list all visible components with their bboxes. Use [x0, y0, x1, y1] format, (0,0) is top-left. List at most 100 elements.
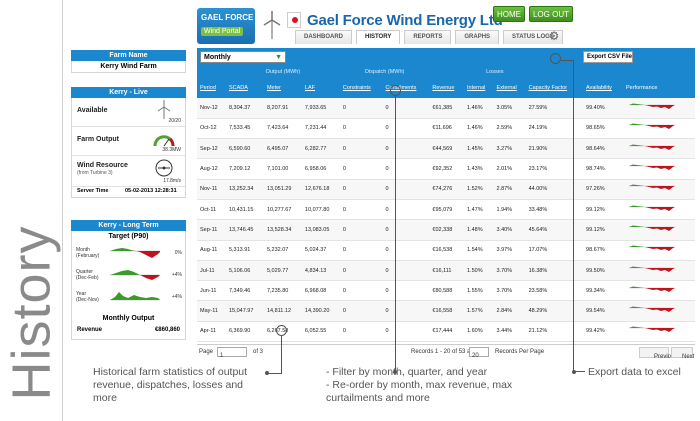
tab-history[interactable]: HISTORY — [356, 30, 401, 44]
performance-sparkline — [622, 260, 695, 282]
table-row[interactable]: Sep-11 13,746.45 13,528.34 13,083.05 0 0 €02,3… — [197, 219, 695, 241]
farm-name[interactable]: Kerry Wind Farm — [71, 61, 186, 73]
table-row[interactable]: Jun-11 7,349.46 7,235.80 6,968.08 0 0 €80,588 1… — [197, 280, 695, 302]
table-cell: 0 — [339, 219, 383, 241]
table-cell: 3.97% — [493, 240, 526, 261]
column-header-constraints[interactable]: Constraints — [339, 78, 383, 98]
column-header-internal[interactable]: Internal — [464, 78, 494, 98]
table-cell: Aug-12 — [197, 158, 226, 180]
tab-graphs[interactable]: GRAPHS — [455, 30, 500, 44]
table-cell: 5,106.06 — [225, 260, 264, 282]
portal-logo[interactable]: GAEL FORCE Wind Portal — [197, 8, 255, 44]
main-tabs: DASHBOARD HISTORY REPORTS GRAPHS STATUS LOGS — [295, 30, 563, 44]
table-cell: 7,209.12 — [225, 158, 264, 180]
performance-sparkline — [622, 240, 695, 261]
home-button[interactable]: HOME — [493, 6, 525, 22]
table-cell: 3.40% — [493, 219, 526, 241]
table-row[interactable]: Oct-11 10,431.15 10,277.67 10,077.80 0 0 €95,0… — [197, 199, 695, 221]
table-row[interactable]: Apr-11 6,369.90 6,267.58 6,052.55 0 0 €17,444 1… — [197, 321, 695, 343]
page-select[interactable]: 1 — [217, 347, 247, 359]
tab-reports[interactable]: REPORTS — [404, 30, 452, 44]
table-cell: 0 — [339, 300, 383, 322]
column-header-availability[interactable]: Availability — [583, 78, 623, 98]
column-header-period[interactable]: Period — [197, 78, 226, 98]
table-cell: 24.19% — [525, 118, 584, 140]
table-cell: 0 — [339, 98, 383, 119]
table-cell: 6,590.60 — [225, 138, 264, 160]
table-cell: €92,352 — [429, 158, 464, 180]
revenue-row: Revenue €860,860 — [77, 327, 180, 333]
period-select[interactable]: Monthly ▼ — [200, 51, 286, 63]
performance-sparkline — [622, 158, 695, 180]
table-cell: 3.44% — [493, 321, 526, 343]
performance-sparkline — [622, 321, 695, 343]
table-cell: 21.12% — [525, 321, 584, 343]
column-header-scada[interactable]: SCADA — [225, 78, 264, 98]
table-cell: €17,444 — [429, 321, 464, 343]
output-group-header: Output (MWh) — [225, 66, 340, 78]
table-cell: 6,958.06 — [301, 158, 340, 180]
table-row[interactable]: Aug-11 5,313.91 5,232.07 5,024.37 0 0 €16,538 1… — [197, 240, 695, 261]
table-cell: 1.94% — [493, 199, 526, 221]
table-row[interactable]: Nov-12 8,304.37 8,207.91 7,933.65 0 0 €61,385 1… — [197, 98, 695, 119]
table-cell: 44.00% — [525, 179, 584, 200]
column-header-performance: Performance — [622, 78, 695, 98]
next-button[interactable]: Next — [671, 347, 694, 360]
turbine-icon — [157, 100, 171, 119]
table-cell: 10,431.15 — [225, 199, 264, 221]
table-cell: 5,029.77 — [263, 260, 302, 282]
table-cell: 2.84% — [493, 300, 526, 322]
performance-sparkline — [622, 199, 695, 221]
long-term-month: Month (February) 0% — [76, 247, 182, 259]
column-header-external[interactable]: External — [493, 78, 526, 98]
table-row[interactable]: May-11 15,047.97 14,811.12 14,390.20 0 0 €16,5… — [197, 300, 695, 322]
previous-button[interactable]: Previous — [639, 347, 677, 360]
table-cell: 7,349.46 — [225, 280, 264, 302]
table-cell: Oct-12 — [197, 118, 226, 140]
table-cell: 3.05% — [493, 98, 526, 119]
table-cell: 1.47% — [464, 199, 494, 221]
table-cell: 0 — [382, 98, 430, 119]
table-cell: 6,968.08 — [301, 280, 340, 302]
column-header-meter[interactable]: Meter — [263, 78, 302, 98]
history-side-title: History — [1, 225, 62, 401]
tab-dashboard[interactable]: DASHBOARD — [295, 30, 352, 44]
wind-resource-row: Wind Resource (from Turbine 3) 17.8m/s — [72, 156, 185, 187]
year-sparkline — [110, 292, 160, 301]
table-cell: 0 — [339, 280, 383, 302]
table-cell: 6,495.07 — [263, 138, 302, 160]
table-row[interactable]: Aug-12 7,209.12 7,101.00 6,958.06 0 0 €92,352 1… — [197, 158, 695, 180]
table-cell: 0 — [382, 219, 430, 241]
table-cell: 0 — [382, 240, 430, 261]
pagination: Page 1 of 3 Records 1 - 20 of 53 at 20 R… — [197, 344, 695, 360]
table-cell: May-11 — [197, 300, 226, 322]
performance-sparkline — [622, 138, 695, 160]
gear-icon[interactable]: ⚙ — [547, 29, 561, 43]
export-callout: Export data to excel — [588, 366, 681, 378]
per-page-select[interactable]: 20 — [469, 347, 489, 359]
table-cell: 1.48% — [464, 219, 494, 241]
table-cell: 13,051.29 — [263, 179, 302, 200]
table-cell: 13,746.45 — [225, 219, 264, 241]
table-row[interactable]: Jul-11 5,106.06 5,029.77 4,834.13 0 0 €16,111 1… — [197, 260, 695, 282]
column-header-revenue[interactable]: Revenue — [429, 78, 464, 98]
table-cell: €74,276 — [429, 179, 464, 200]
column-header-capacity-factor[interactable]: Capacity Factor — [525, 78, 584, 98]
live-header: Kerry - Live — [71, 87, 186, 98]
table-row[interactable]: Oct-12 7,533.45 7,423.64 7,231.44 0 0 €11,696 1… — [197, 118, 695, 140]
table-cell: 97.26% — [583, 179, 623, 200]
column-header-laf[interactable]: LAF — [301, 78, 340, 98]
table-row[interactable]: Sep-12 6,590.60 6,495.07 6,282.77 0 0 €44,569 1… — [197, 138, 695, 160]
table-cell: 2.87% — [493, 179, 526, 200]
table-cell: Apr-11 — [197, 321, 226, 343]
curtailments-highlight-ring — [390, 85, 401, 96]
logout-button[interactable]: LOG OUT — [529, 6, 573, 22]
table-cell: 0 — [339, 179, 383, 200]
table-cell: 98.67% — [583, 240, 623, 261]
table-cell: 0 — [339, 260, 383, 282]
table-row[interactable]: Nov-11 13,252.34 13,051.29 12,676.18 0 0 €74,2… — [197, 179, 695, 200]
table-cell: 6,282.77 — [301, 138, 340, 160]
table-cell: 8,304.37 — [225, 98, 264, 119]
export-csv-button[interactable]: Export CSV File — [583, 51, 633, 63]
table-cell: €80,588 — [429, 280, 464, 302]
